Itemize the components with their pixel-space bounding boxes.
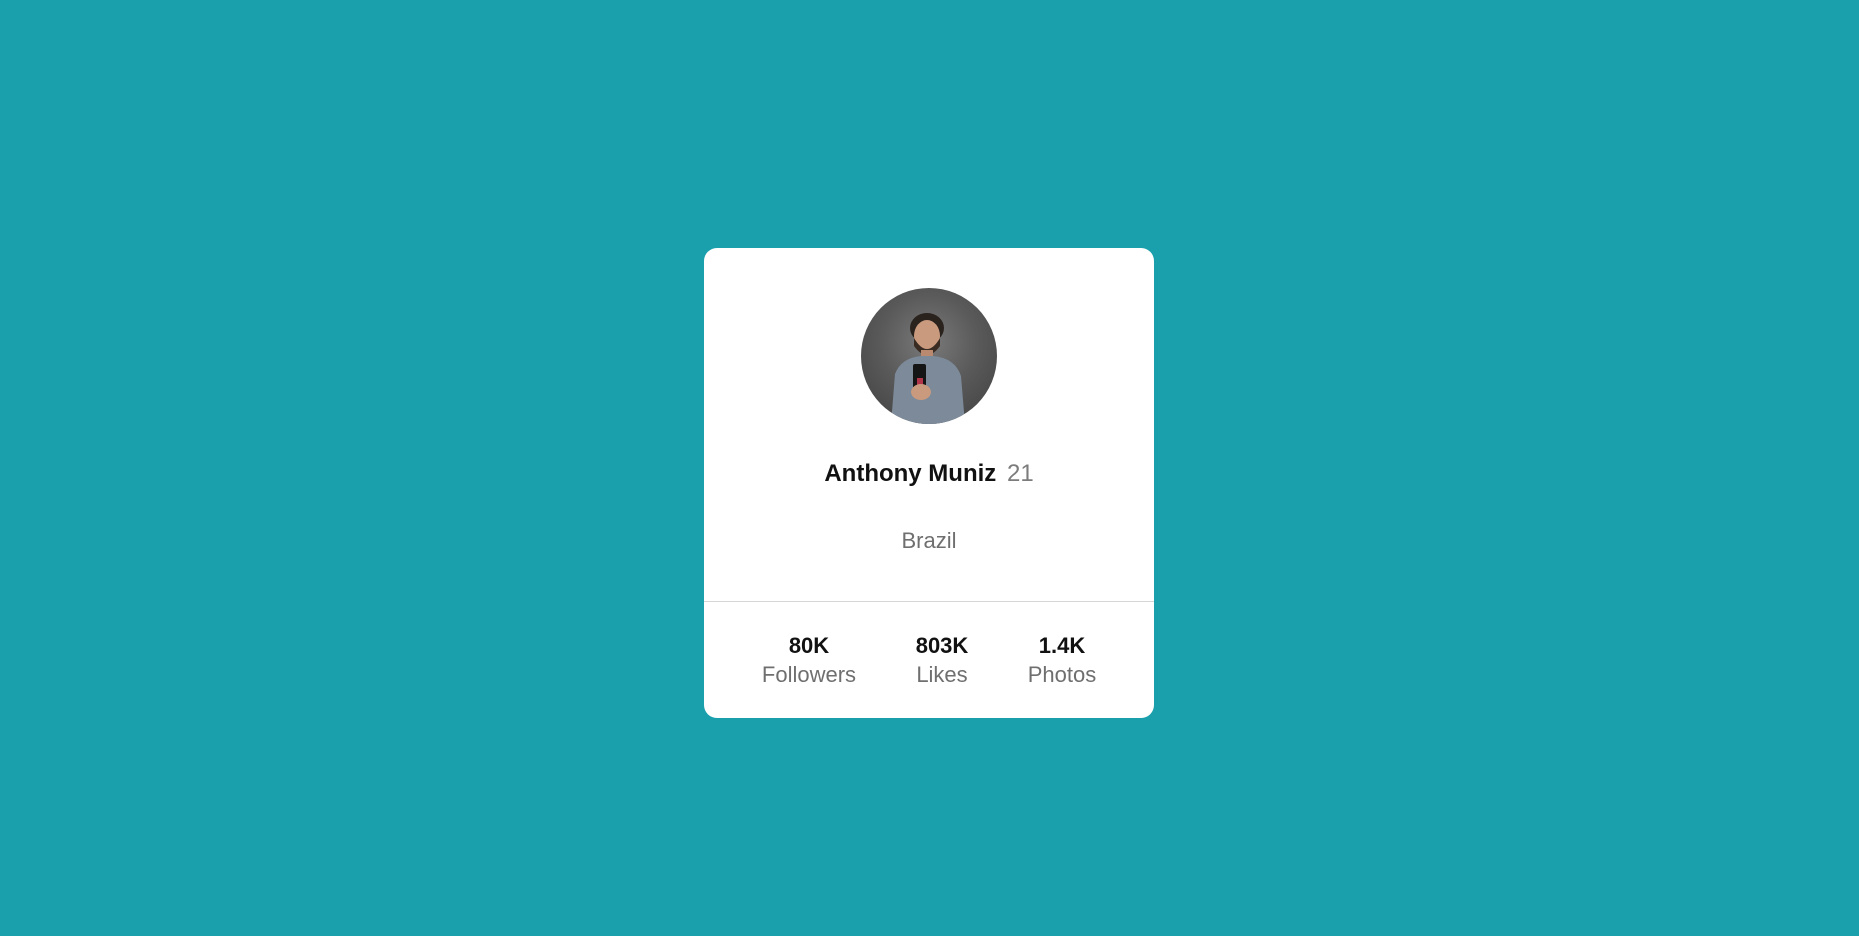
- profile-location: Brazil: [901, 528, 957, 553]
- avatar: [861, 288, 997, 424]
- stat-value: 80K: [788, 633, 830, 658]
- profile-name-line: Anthony Muniz 21: [704, 459, 1154, 489]
- profile-photo-icon: [891, 313, 965, 424]
- profile-name: Anthony Muniz: [824, 460, 997, 487]
- profile-stats: 80K Followers 803K Likes 1.4K Photos: [704, 632, 1154, 702]
- stat-photos: 1.4K Photos: [997, 632, 1127, 690]
- stat-value: 1.4K: [1038, 633, 1086, 658]
- profile-card: Anthony Muniz 21 Brazil 80K Followers 80…: [704, 248, 1154, 718]
- profile-age: 21: [1006, 460, 1034, 487]
- stat-likes: 803K Likes: [877, 632, 1007, 690]
- card-divider: [704, 601, 1154, 602]
- stat-label: Followers: [761, 662, 857, 687]
- stat-label: Photos: [1027, 662, 1097, 687]
- stat-value: 803K: [915, 633, 969, 658]
- stat-followers: 80K Followers: [744, 632, 874, 690]
- stat-label: Likes: [916, 662, 968, 687]
